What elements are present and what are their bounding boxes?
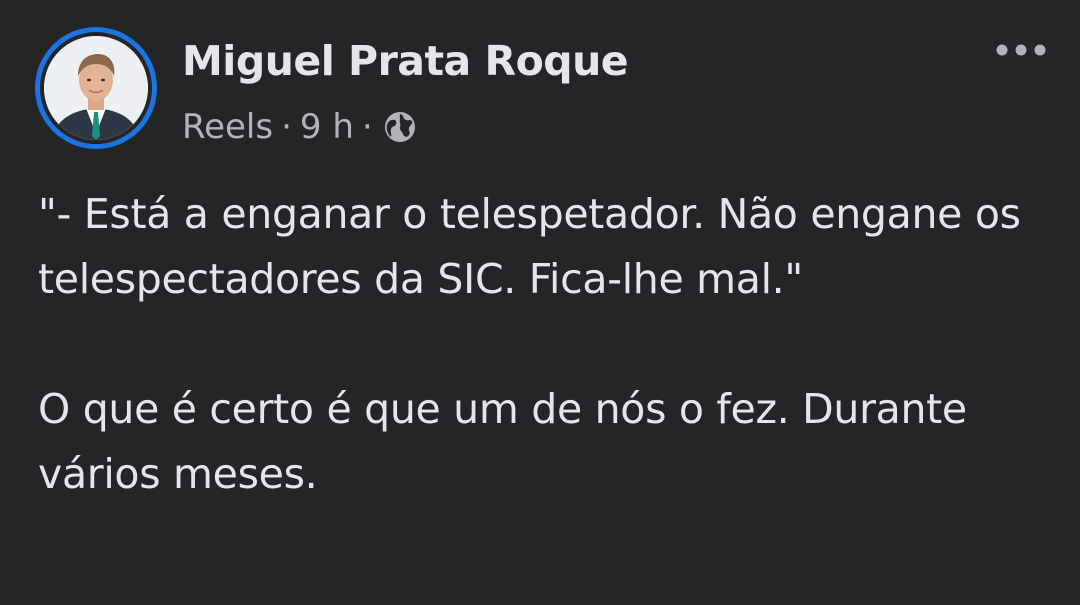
- more-options-button[interactable]: [990, 30, 1052, 70]
- globe-icon[interactable]: [383, 110, 417, 144]
- profile-photo-icon: [44, 36, 148, 140]
- meta-separator: ·: [361, 107, 373, 147]
- author-name[interactable]: Miguel Prata Roque: [182, 33, 629, 89]
- post-body-text: "- Está a enganar o telespetador. Não en…: [38, 190, 1021, 498]
- avatar[interactable]: [44, 36, 148, 140]
- post-source-link[interactable]: Reels: [182, 107, 273, 147]
- post-meta: Reels · 9 h ·: [182, 102, 417, 152]
- meta-separator: ·: [281, 107, 292, 147]
- post-card: Miguel Prata Roque Reels · 9 h · "- Está…: [0, 0, 1080, 605]
- more-options-icon: [996, 44, 1046, 56]
- post-timestamp[interactable]: 9 h: [300, 107, 354, 147]
